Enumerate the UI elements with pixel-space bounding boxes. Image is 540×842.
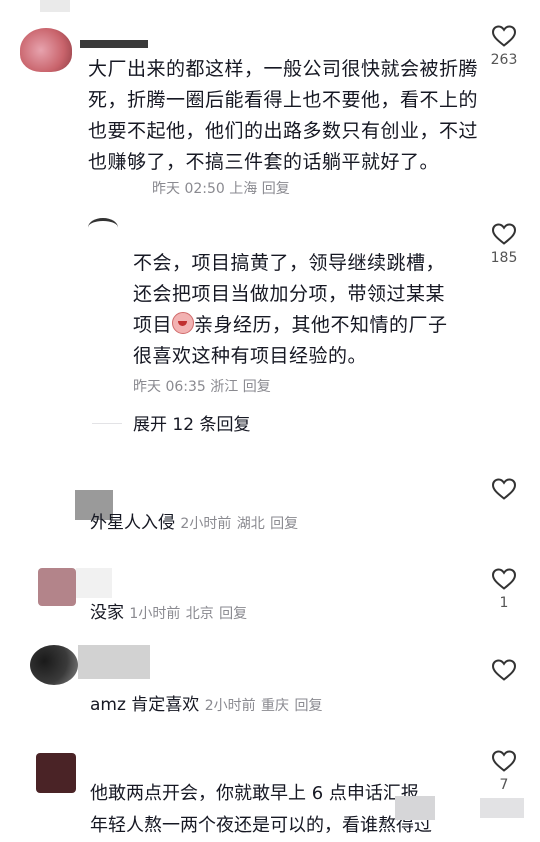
comment-time: 昨天 02:50	[152, 181, 225, 197]
expand-divider	[92, 423, 122, 424]
expand-replies-button[interactable]: 展开 12 条回复	[133, 410, 250, 435]
comment-text: 他敢两点开会，你就敢早上 6 点申话汇报 年轻人熬一两个夜还是可以的，看谁熬得过	[90, 778, 432, 842]
like-button[interactable]: 1	[487, 567, 521, 611]
like-button[interactable]	[487, 477, 521, 501]
like-count: 263	[490, 52, 518, 68]
avatar-blur	[76, 568, 112, 598]
username-redacted	[80, 40, 148, 48]
like-count: 185	[490, 250, 518, 266]
like-count: 1	[499, 595, 509, 611]
avatar[interactable]	[88, 218, 118, 237]
comment-location: 上海	[229, 181, 258, 197]
heart-icon	[491, 478, 517, 500]
comment-location: 北京	[185, 606, 214, 622]
like-count: 7	[499, 777, 509, 793]
comment-row: 外星人入侵 2小时前 湖北 回复	[90, 508, 298, 533]
heart-icon	[491, 659, 517, 681]
reply-button[interactable]: 回复	[270, 516, 298, 532]
like-button[interactable]	[487, 658, 521, 682]
angry-face-icon	[172, 312, 195, 334]
heart-icon	[491, 223, 517, 245]
heart-icon	[491, 25, 517, 47]
comment-line: 他敢两点开会，你就敢早上 6 点申话汇报	[90, 783, 419, 804]
reply-button[interactable]: 回复	[219, 606, 247, 622]
reply-button[interactable]: 回复	[243, 379, 271, 395]
comment-location: 重庆	[261, 698, 290, 714]
like-button[interactable]: 263	[487, 24, 521, 68]
reply-text: 不会，项目搞黄了，领导继续跳槽，还会把项目当做加分项，带领过某某项目 亲身经历，其…	[133, 248, 453, 372]
heart-icon	[491, 750, 517, 772]
comment-text: 大厂出来的都这样，一般公司很快就会被折腾死，折腾一圈后能看得上也不要他，看不上的…	[88, 58, 479, 173]
comment-time: 1小时前	[129, 606, 181, 622]
heart-icon	[491, 568, 517, 590]
reply-meta: 昨天 06:35 浙江 回复	[133, 376, 271, 396]
blur-overlay	[480, 798, 524, 818]
avatar-blur	[78, 645, 150, 679]
comment-time: 2小时前	[204, 698, 256, 714]
like-button[interactable]: 185	[487, 222, 521, 266]
comment-meta: 昨天 02:50 上海 回复	[152, 178, 290, 198]
comment-text: amz 肯定喜欢	[90, 695, 200, 715]
avatar[interactable]	[36, 753, 76, 793]
reply-button[interactable]: 回复	[262, 181, 290, 197]
comment-row: 没家 1小时前 北京 回复	[90, 598, 247, 623]
avatar[interactable]	[20, 28, 72, 72]
reply-button[interactable]: 回复	[294, 698, 322, 714]
comment-row: amz 肯定喜欢 2小时前 重庆 回复	[90, 690, 322, 715]
blur-overlay	[395, 796, 435, 820]
comment-text: 外星人入侵	[90, 513, 175, 533]
reply-location: 浙江	[210, 379, 239, 395]
avatar-blur	[40, 0, 70, 12]
comment-location: 湖北	[236, 516, 265, 532]
reply-time: 昨天 06:35	[133, 379, 206, 395]
like-button[interactable]: 7	[487, 749, 521, 793]
avatar[interactable]	[38, 568, 76, 606]
comment-time: 2小时前	[180, 516, 232, 532]
comment-line: 年轻人熬一两个夜还是可以的，看谁熬得过	[90, 815, 432, 836]
comment-text: 没家	[90, 603, 124, 623]
avatar[interactable]	[30, 645, 78, 685]
